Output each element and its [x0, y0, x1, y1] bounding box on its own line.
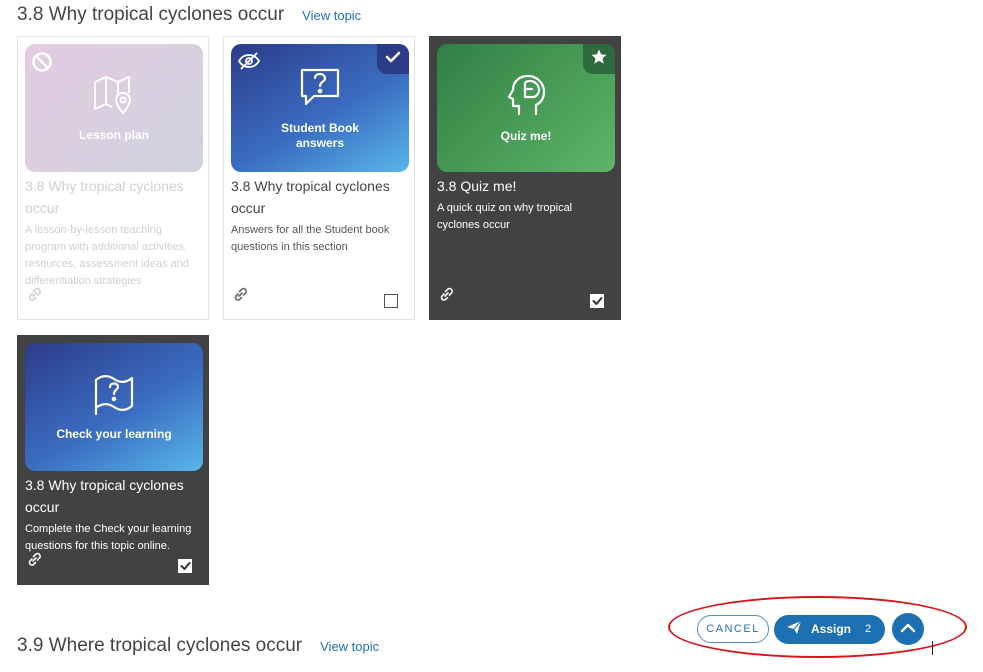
card-description: Complete the Check your learning questio… [25, 523, 192, 552]
section-header-3-9: 3.9 Where tropical cyclones occur View t… [17, 635, 379, 657]
resource-card-student-book-answers[interactable]: Student Book answers 3.8 Why tropical cy… [223, 36, 415, 320]
assign-button[interactable]: Assign 2 [774, 614, 885, 644]
card-description: A quick quiz on why tropical cyclones oc… [437, 202, 573, 231]
card-title: 3.8 Why tropical cyclones occur [231, 178, 390, 216]
head-brain-icon [503, 72, 549, 123]
link-icon[interactable] [26, 551, 43, 573]
map-pin-icon [92, 73, 136, 122]
featured-flag [583, 44, 615, 74]
paper-plane-icon [786, 620, 802, 638]
card-tile[interactable]: Quiz me! [437, 44, 615, 172]
card-tile[interactable]: Check your learning [25, 343, 203, 471]
cancel-button[interactable]: CANCEL [697, 615, 769, 643]
blocked-icon [31, 51, 53, 78]
section-header-3-8: 3.8 Why tropical cyclones occur View top… [17, 4, 361, 26]
flag-question-icon [92, 372, 136, 421]
select-checkbox[interactable] [590, 294, 604, 308]
card-title: 3.8 Quiz me! [437, 178, 517, 194]
tile-label: Lesson plan [78, 128, 149, 142]
resource-card-lesson-plan[interactable]: Lesson plan 3.8 Why tropical cyclones oc… [17, 36, 209, 320]
text-cursor [932, 641, 933, 655]
card-tile[interactable]: Student Book answers [231, 44, 409, 172]
view-topic-link[interactable]: View topic [302, 8, 361, 23]
select-checkbox[interactable] [384, 294, 398, 308]
assign-action-bar: CANCEL Assign 2 [697, 613, 924, 645]
resource-card-quiz-me[interactable]: Quiz me! 3.8 Quiz me! A quick quiz on wh… [429, 36, 621, 320]
view-topic-link[interactable]: View topic [320, 639, 379, 654]
card-title: 3.8 Why tropical cyclones occur [25, 477, 184, 515]
selected-flag [377, 44, 409, 74]
card-tile[interactable]: Lesson plan [25, 44, 203, 172]
tile-label: Check your learning [56, 427, 172, 441]
link-icon[interactable] [232, 286, 249, 308]
assign-label: Assign [811, 622, 852, 636]
resource-card-check-your-learning[interactable]: Check your learning 3.8 Why tropical cyc… [17, 335, 209, 585]
select-checkbox[interactable] [178, 559, 192, 573]
tile-label: Student Book answers [281, 120, 359, 150]
card-title: 3.8 Why tropical cyclones occur [25, 178, 184, 216]
section-title: 3.9 Where tropical cyclones occur [17, 635, 303, 656]
assign-count: 2 [865, 623, 872, 635]
star-icon [590, 48, 608, 71]
link-icon[interactable] [26, 286, 43, 308]
link-icon[interactable] [438, 286, 455, 308]
section-title: 3.8 Why tropical cyclones occur [17, 4, 285, 25]
card-description: Answers for all the Student book questio… [231, 224, 390, 253]
eye-off-icon [237, 51, 261, 76]
chevron-up-icon [900, 620, 916, 638]
check-icon [385, 50, 401, 69]
scroll-up-button[interactable] [892, 613, 924, 645]
tile-label: Quiz me! [500, 129, 552, 143]
card-description: A lesson-by-lesson teaching program with… [25, 224, 189, 287]
question-bubble-icon [298, 66, 342, 115]
